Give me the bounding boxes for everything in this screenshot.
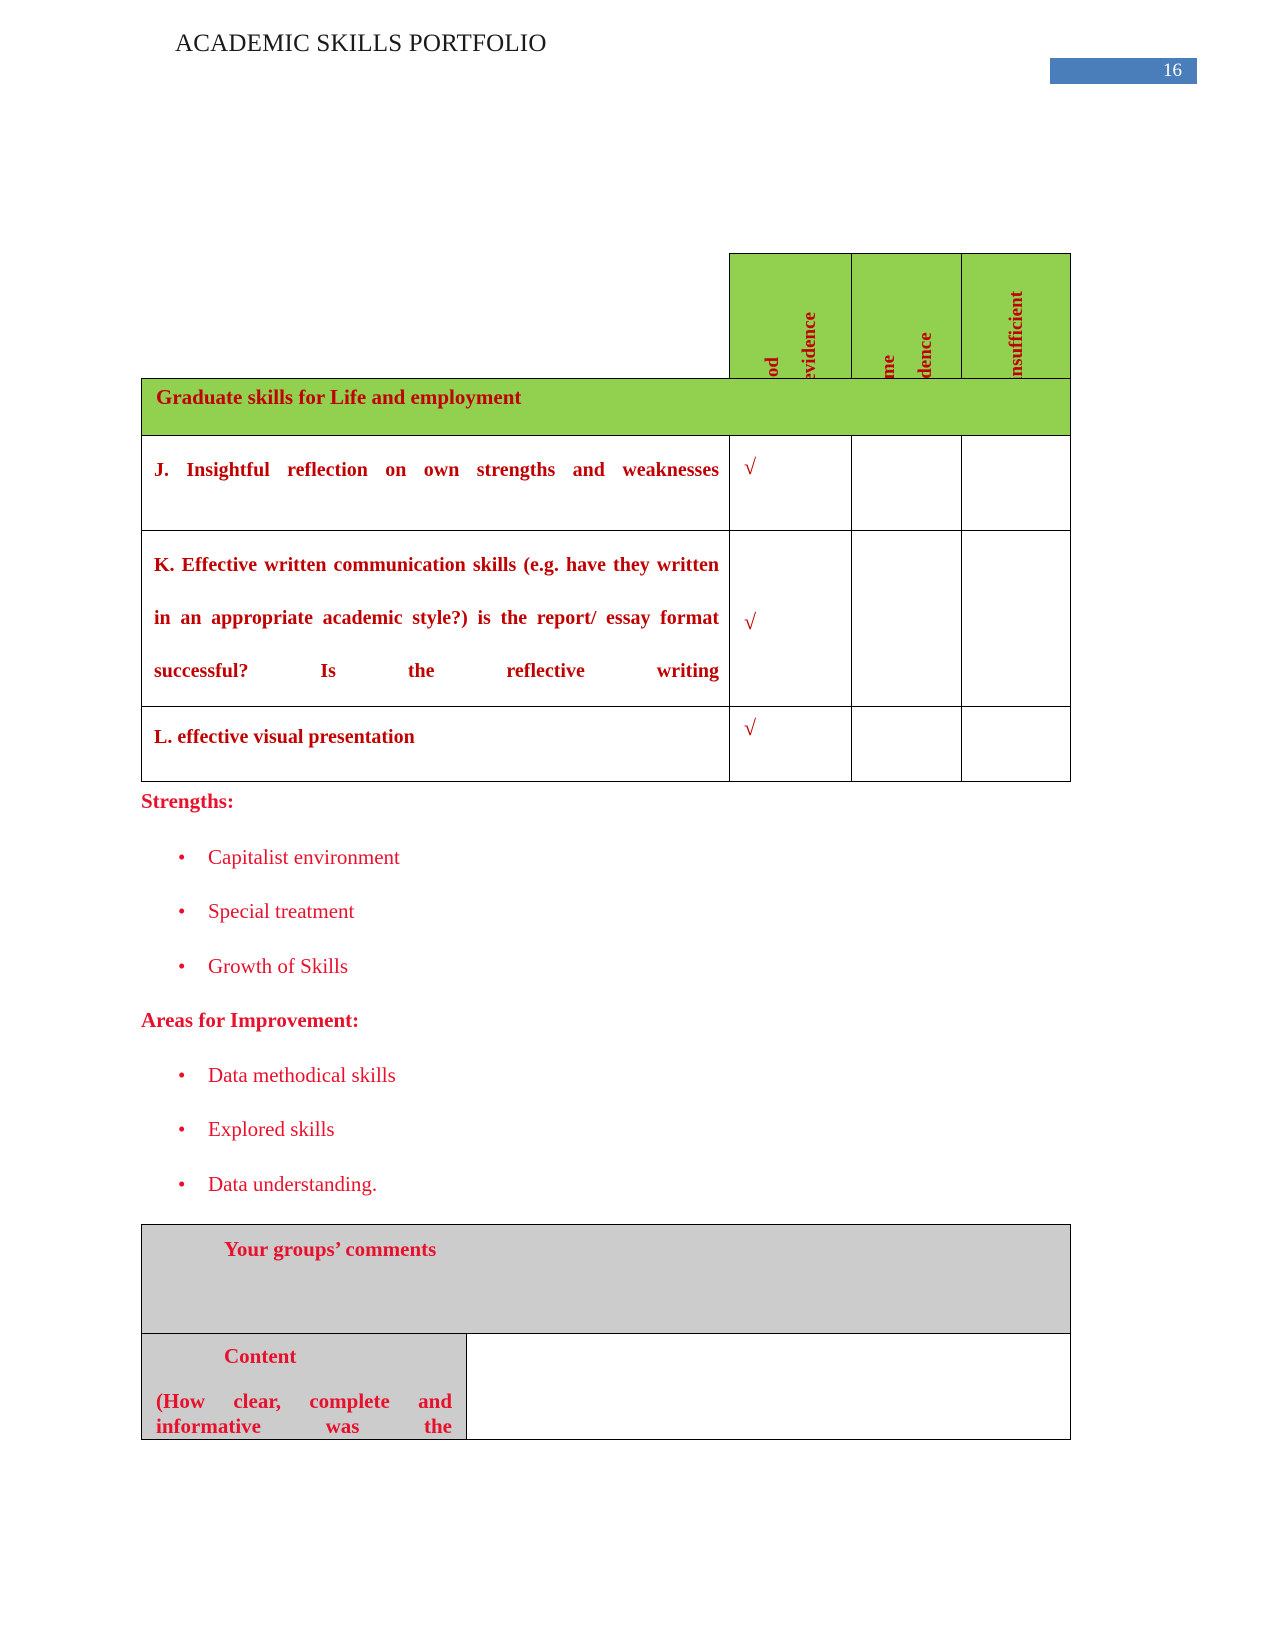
section-title-cell: Graduate skills for Life and employment — [141, 378, 1071, 436]
criterion-cell-l: L. effective visual presentation — [141, 706, 730, 782]
list-item: • Special treatment — [178, 899, 354, 924]
group-comments-table: Your groups’ comments Content (How clear… — [141, 1224, 1071, 1440]
page-number-label: 16 — [1163, 60, 1182, 81]
list-item-label: Data methodical skills — [208, 1063, 396, 1087]
comments-label-title: Content — [224, 1344, 297, 1368]
rating-some-k[interactable] — [851, 530, 962, 707]
list-item-label: Special treatment — [208, 899, 355, 923]
rating-some-l[interactable] — [851, 706, 962, 782]
comments-label-sub: (How clear, complete and informative was… — [156, 1389, 452, 1438]
comments-header-cell: Your groups’ comments — [141, 1224, 1071, 1334]
list-item: • Explored skills — [178, 1117, 335, 1142]
table-row: L. effective visual presentation √ — [141, 706, 1071, 782]
page-title: ACADEMIC SKILLS PORTFOLIO — [175, 30, 547, 57]
list-item: • Data understanding. — [178, 1172, 377, 1197]
bullet-icon: • — [178, 845, 186, 869]
list-item: • Data methodical skills — [178, 1063, 396, 1088]
criterion-text-k: K. Effective written communication skill… — [154, 554, 719, 682]
rating-insufficient-j[interactable] — [961, 435, 1071, 531]
comments-value-content[interactable] — [466, 1333, 1071, 1440]
comments-header-row: Your groups’ comments — [141, 1224, 1071, 1334]
rating-table-section-title-row: Graduate skills for Life and employment — [141, 378, 1071, 436]
rating-good-j[interactable]: √ — [729, 435, 852, 531]
list-item-label: Data understanding. — [208, 1172, 378, 1196]
rating-insufficient-k[interactable] — [961, 530, 1071, 707]
column-header-insufficient-label: insufficient — [1005, 291, 1027, 379]
bullet-icon: • — [178, 1172, 186, 1196]
list-item-label: Capitalist environment — [208, 845, 400, 869]
rating-insufficient-l[interactable] — [961, 706, 1071, 782]
column-header-some-secondary: evidence — [915, 332, 935, 379]
criterion-cell-k: K. Effective written communication skill… — [141, 530, 730, 707]
list-item: • Capitalist environment — [178, 845, 400, 870]
bullet-icon: • — [178, 1063, 186, 1087]
column-header-some: some evidence — [851, 253, 962, 379]
comments-label-content: Content (How clear, complete and informa… — [141, 1333, 467, 1440]
list-item-label: Explored skills — [208, 1117, 335, 1141]
column-header-good-label: good — [761, 356, 783, 379]
rating-table: good evidence some evidence insufficient — [141, 253, 1071, 782]
page-number-badge: 16 — [1050, 58, 1197, 84]
table-row: K. Effective written communication skill… — [141, 530, 1071, 707]
list-item-label: Growth of Skills — [208, 954, 349, 978]
table-row: Content (How clear, complete and informa… — [141, 1333, 1071, 1440]
criterion-cell-j: J. Insightful reflection on own strength… — [141, 435, 730, 531]
improvements-heading: Areas for Improvement: — [141, 1008, 360, 1032]
table-row: J. Insightful reflection on own strength… — [141, 435, 1071, 531]
column-header-insufficient: insufficient — [961, 253, 1071, 379]
rating-table-header-row: good evidence some evidence insufficient — [141, 253, 1071, 379]
rating-good-l[interactable]: √ — [729, 706, 852, 782]
list-item: • Growth of Skills — [178, 954, 348, 979]
column-header-some-label: some — [877, 354, 899, 379]
strengths-heading: Strengths: — [141, 789, 234, 813]
column-header-good: good evidence — [729, 253, 852, 379]
header-spacer-cell — [141, 253, 730, 379]
column-header-good-secondary: evidence — [798, 312, 820, 379]
bullet-icon: • — [178, 899, 186, 923]
bullet-icon: • — [178, 954, 186, 978]
rating-good-k[interactable]: √ — [729, 530, 852, 707]
bullet-icon: • — [178, 1117, 186, 1141]
rating-some-j[interactable] — [851, 435, 962, 531]
document-page: ACADEMIC SKILLS PORTFOLIO 16 good eviden… — [0, 0, 1275, 1650]
